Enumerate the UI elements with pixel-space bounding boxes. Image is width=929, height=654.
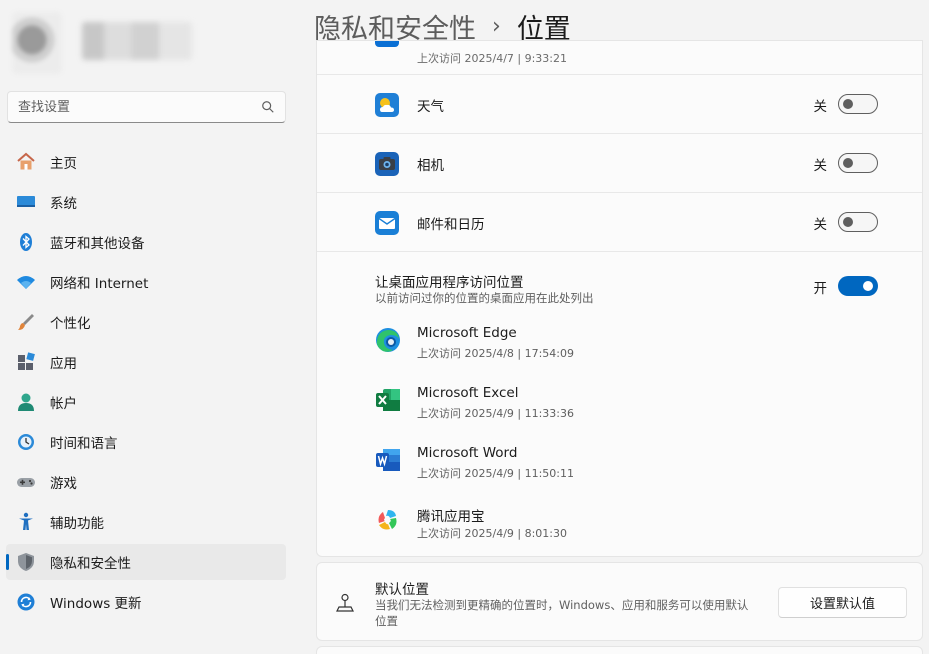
sidebar-item-home[interactable]: 主页 (6, 144, 286, 180)
search-input[interactable] (18, 99, 261, 115)
desktop-apps-setting: 让桌面应用程序访问位置 以前访问过你的位置的桌面应用在此处列出 开 (317, 253, 922, 313)
excel-icon (375, 387, 401, 413)
app-name: 邮件和日历 (417, 217, 485, 233)
accessibility-icon (16, 512, 36, 532)
desktop-app-row: Microsoft Excel 上次访问 2025/4/9 | 11:33:36 (317, 373, 922, 433)
home-icon (16, 152, 36, 172)
app-row-camera: 相机 关 (317, 134, 922, 193)
next-settings-card (316, 646, 923, 654)
weather-location-toggle[interactable] (838, 94, 878, 114)
bluetooth-icon (16, 232, 36, 252)
mail-icon (375, 211, 399, 235)
sidebar-item-label: 个性化 (50, 316, 91, 332)
last-access-text: 上次访问 2025/4/9 | 11:50:11 (417, 467, 575, 480)
wifi-icon (16, 272, 36, 292)
system-icon (16, 192, 36, 212)
map-pin-icon (335, 593, 355, 613)
brush-icon (16, 312, 36, 332)
desktop-apps-location-toggle[interactable] (838, 276, 878, 296)
weather-icon (375, 93, 399, 117)
toggle-state-label: 关 (813, 99, 828, 115)
apps-icon (16, 352, 36, 372)
app-row-mail-calendar: 邮件和日历 关 (317, 193, 922, 252)
app-name: 腾讯应用宝 (417, 509, 485, 525)
sidebar-item-time-language[interactable]: 时间和语言 (6, 424, 286, 460)
app-name: 相机 (417, 158, 444, 174)
breadcrumb-separator: › (492, 13, 501, 39)
sidebar-item-network[interactable]: 网络和 Internet (6, 264, 286, 300)
sidebar-item-label: 主页 (50, 156, 77, 172)
app-row-partial: 上次访问 2025/4/7 | 9:33:21 (317, 41, 922, 75)
sidebar-item-label: 隐私和安全性 (50, 556, 131, 572)
last-access-text: 上次访问 2025/4/9 | 11:33:36 (417, 407, 575, 420)
app-name: 天气 (417, 99, 444, 115)
sidebar-item-label: 网络和 Internet (50, 276, 149, 292)
sidebar-item-accounts[interactable]: 帐户 (6, 384, 286, 420)
app-name: Microsoft Excel (417, 385, 519, 401)
camera-icon (375, 152, 399, 176)
sidebar-item-apps[interactable]: 应用 (6, 344, 286, 380)
camera-location-toggle[interactable] (838, 153, 878, 173)
sidebar-item-label: 游戏 (50, 476, 77, 492)
sidebar-item-privacy-security[interactable]: 隐私和安全性 (6, 544, 286, 580)
sidebar-item-system[interactable]: 系统 (6, 184, 286, 220)
sidebar-item-label: 蓝牙和其他设备 (50, 236, 145, 252)
sidebar-item-windows-update[interactable]: Windows 更新 (6, 584, 286, 620)
sidebar-item-accessibility[interactable]: 辅助功能 (6, 504, 286, 540)
desktop-apps-subtitle: 以前访问过你的位置的桌面应用在此处列出 (375, 291, 594, 305)
last-access-text: 上次访问 2025/4/7 | 9:33:21 (417, 52, 568, 65)
mail-calendar-location-toggle[interactable] (838, 212, 878, 232)
tencent-appstore-icon (375, 507, 401, 533)
avatar (12, 12, 62, 74)
sidebar-nav: 主页 系统 蓝牙和其他设备 网络和 Internet 个性化 应用 帐户 时间和… (6, 144, 286, 624)
toggle-state-label: 关 (813, 158, 828, 174)
app-name: Microsoft Edge (417, 325, 517, 341)
sidebar-item-label: 辅助功能 (50, 516, 104, 532)
edge-icon (375, 327, 401, 353)
sidebar-item-personalization[interactable]: 个性化 (6, 304, 286, 340)
default-location-card: 默认位置 当我们无法检测到更精确的位置时，Windows、应用和服务可以使用默认… (316, 562, 923, 641)
set-default-button[interactable]: 设置默认值 (778, 587, 907, 618)
sidebar-item-gaming[interactable]: 游戏 (6, 464, 286, 500)
last-access-text: 上次访问 2025/4/9 | 8:01:30 (417, 527, 568, 540)
sidebar-item-label: 应用 (50, 356, 77, 372)
desktop-apps-title: 让桌面应用程序访问位置 (375, 275, 524, 291)
desktop-app-row: Microsoft Edge 上次访问 2025/4/8 | 17:54:09 (317, 313, 922, 373)
desktop-app-row: Microsoft Word 上次访问 2025/4/9 | 11:50:11 (317, 433, 922, 493)
sidebar-item-label: Windows 更新 (50, 596, 142, 612)
account-icon (16, 392, 36, 412)
toggle-state-label: 开 (813, 281, 828, 297)
time-language-icon (16, 432, 36, 452)
word-icon (375, 447, 401, 473)
search-box[interactable] (7, 91, 286, 123)
desktop-app-row: 腾讯应用宝 上次访问 2025/4/9 | 8:01:30 (317, 493, 922, 553)
windows-update-icon (16, 592, 36, 612)
sidebar-item-label: 时间和语言 (50, 436, 118, 452)
last-access-text: 上次访问 2025/4/8 | 17:54:09 (417, 347, 575, 360)
app-name: Microsoft Word (417, 445, 518, 461)
sidebar-item-bluetooth[interactable]: 蓝牙和其他设备 (6, 224, 286, 260)
default-location-title: 默认位置 (375, 582, 429, 598)
app-permissions-panel: 上次访问 2025/4/7 | 9:33:21 天气 关 相机 关 邮件和日历 … (316, 40, 923, 557)
sidebar-item-label: 系统 (50, 196, 77, 212)
app-row-weather: 天气 关 (317, 75, 922, 134)
app-icon (375, 41, 399, 47)
gamepad-icon (16, 472, 36, 492)
sidebar-item-label: 帐户 (50, 396, 77, 412)
toggle-state-label: 关 (813, 217, 828, 233)
user-name-blurred (82, 22, 192, 60)
user-profile[interactable] (12, 12, 202, 74)
default-location-description: 当我们无法检测到更精确的位置时，Windows、应用和服务可以使用默认位置 (375, 598, 749, 628)
shield-icon (16, 552, 36, 572)
search-icon[interactable] (261, 100, 275, 114)
